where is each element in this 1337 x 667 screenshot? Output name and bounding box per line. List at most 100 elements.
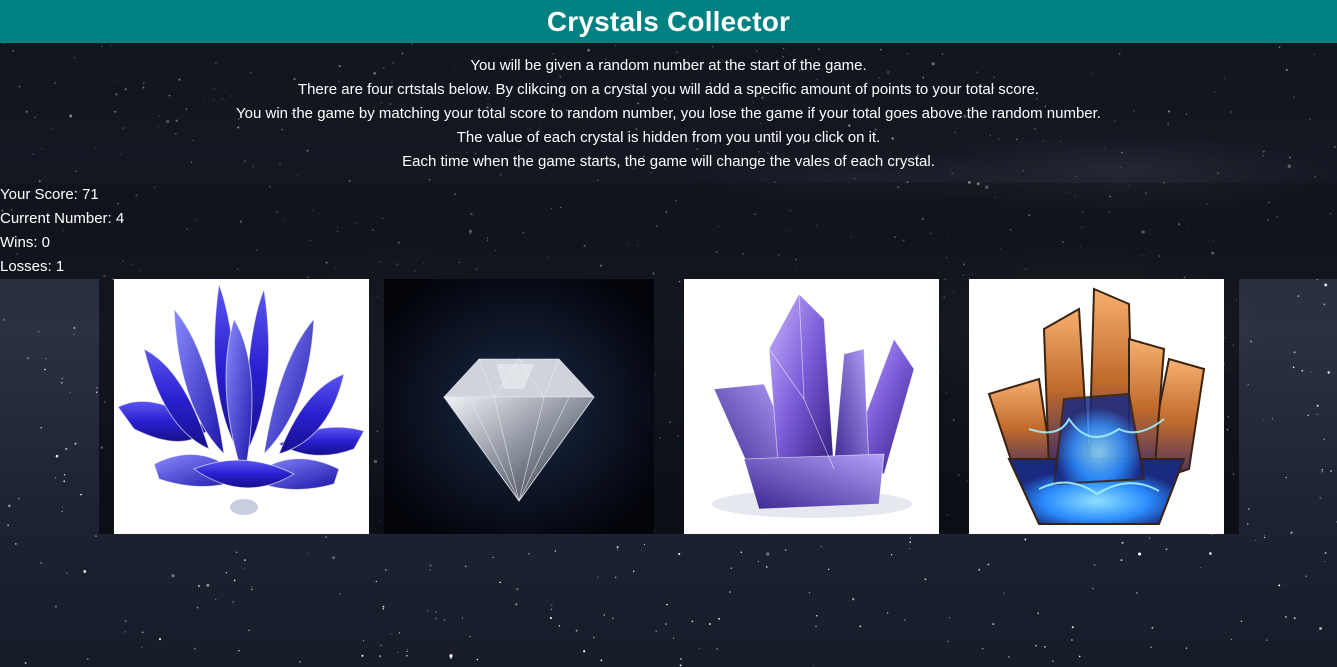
star bbox=[515, 603, 518, 606]
star bbox=[730, 567, 732, 569]
star bbox=[887, 612, 889, 614]
star bbox=[198, 585, 200, 587]
star bbox=[1327, 371, 1330, 374]
star bbox=[465, 565, 467, 568]
star bbox=[1319, 627, 1323, 630]
star bbox=[603, 614, 606, 616]
star bbox=[716, 648, 718, 650]
star bbox=[1316, 404, 1319, 407]
star bbox=[909, 537, 912, 539]
star bbox=[1151, 626, 1154, 629]
star bbox=[406, 648, 408, 650]
star bbox=[306, 553, 308, 555]
star bbox=[643, 544, 645, 546]
crystal-button-2[interactable] bbox=[384, 279, 654, 534]
crystal-button-3[interactable] bbox=[684, 279, 939, 534]
star bbox=[600, 659, 603, 662]
star bbox=[435, 611, 437, 613]
star bbox=[679, 664, 682, 667]
star bbox=[729, 591, 731, 593]
star bbox=[206, 583, 210, 587]
star bbox=[784, 549, 787, 552]
star bbox=[909, 548, 911, 550]
star bbox=[549, 617, 552, 620]
star bbox=[1185, 647, 1188, 649]
star bbox=[73, 327, 76, 329]
star bbox=[1247, 523, 1249, 525]
star bbox=[74, 442, 77, 445]
star bbox=[325, 536, 327, 538]
star bbox=[55, 454, 59, 458]
star bbox=[248, 629, 250, 632]
star bbox=[45, 358, 47, 360]
star bbox=[61, 506, 64, 508]
star bbox=[1285, 616, 1287, 618]
star bbox=[124, 631, 126, 633]
star bbox=[380, 644, 382, 647]
star bbox=[551, 604, 553, 606]
star bbox=[54, 605, 58, 608]
star bbox=[95, 391, 98, 394]
star bbox=[158, 638, 162, 641]
star bbox=[1297, 295, 1300, 298]
star bbox=[828, 568, 830, 571]
purple-crystal-cluster-icon bbox=[712, 293, 915, 518]
star bbox=[852, 598, 855, 601]
star bbox=[1271, 418, 1274, 420]
star bbox=[382, 607, 385, 610]
star bbox=[1254, 539, 1257, 542]
star bbox=[909, 541, 912, 544]
instruction-line: The value of each crystal is hidden from… bbox=[456, 129, 881, 146]
star bbox=[698, 648, 700, 650]
star bbox=[1071, 639, 1073, 641]
orange-blue-crystal-icon bbox=[987, 287, 1206, 525]
star bbox=[1292, 366, 1295, 369]
star bbox=[196, 606, 199, 609]
star bbox=[1150, 646, 1153, 649]
star bbox=[469, 636, 471, 638]
star bbox=[680, 658, 682, 660]
star bbox=[40, 426, 43, 429]
star bbox=[982, 648, 984, 650]
star bbox=[1092, 588, 1094, 590]
star bbox=[1200, 566, 1202, 568]
star bbox=[1265, 639, 1268, 642]
star bbox=[1330, 470, 1332, 472]
star bbox=[718, 617, 721, 620]
star bbox=[15, 543, 17, 545]
star bbox=[1264, 534, 1266, 536]
star bbox=[554, 550, 557, 552]
star bbox=[61, 377, 63, 380]
star bbox=[361, 654, 364, 657]
star bbox=[362, 640, 365, 642]
star bbox=[1247, 384, 1249, 386]
star bbox=[550, 608, 553, 611]
star bbox=[1321, 471, 1323, 473]
star bbox=[233, 579, 236, 582]
star bbox=[766, 552, 770, 556]
star bbox=[664, 623, 667, 625]
star bbox=[476, 658, 479, 661]
star bbox=[406, 650, 408, 653]
star bbox=[1321, 469, 1323, 471]
star bbox=[765, 566, 768, 568]
star bbox=[1263, 536, 1266, 539]
current-number-text: Current Number: 4 bbox=[0, 210, 125, 227]
instruction-line: You win the game by matching your total … bbox=[236, 105, 1101, 122]
star bbox=[375, 580, 377, 583]
star bbox=[1285, 476, 1287, 479]
star bbox=[1310, 371, 1312, 373]
star bbox=[859, 625, 862, 628]
star bbox=[429, 569, 431, 571]
star bbox=[251, 586, 253, 588]
crystal-button-1[interactable] bbox=[114, 279, 369, 534]
star bbox=[7, 524, 9, 527]
star bbox=[1037, 612, 1040, 615]
star bbox=[332, 556, 336, 560]
crystal-button-4[interactable] bbox=[969, 279, 1224, 534]
star bbox=[890, 554, 893, 556]
star bbox=[815, 614, 818, 617]
star bbox=[708, 622, 711, 626]
star bbox=[398, 632, 400, 634]
star bbox=[214, 598, 217, 601]
